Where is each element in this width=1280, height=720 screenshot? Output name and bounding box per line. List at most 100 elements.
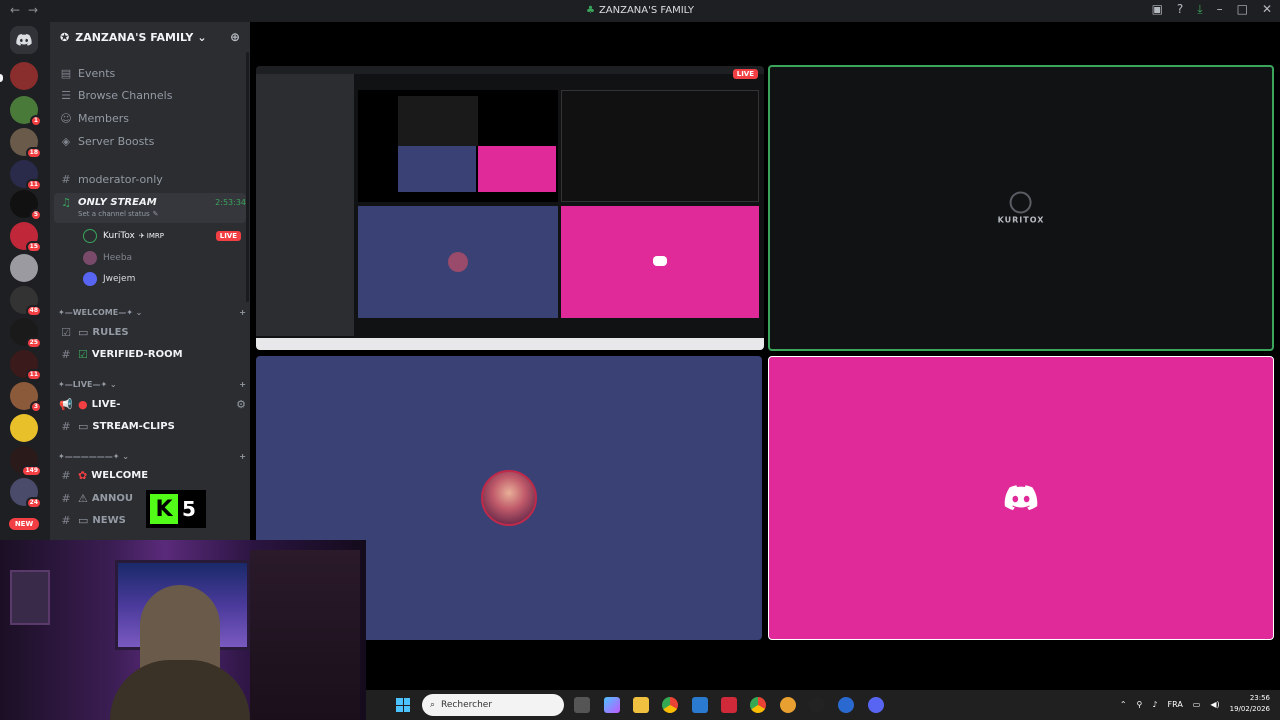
server-icon[interactable]: 11	[10, 350, 42, 381]
invite-people-icon[interactable]: ⊕	[230, 30, 240, 44]
kuritox-logo: KURITOX	[998, 191, 1045, 225]
server-icon[interactable]: 5	[10, 190, 42, 221]
mention-badge: 11	[25, 369, 42, 381]
add-channel-icon[interactable]: +	[239, 452, 246, 461]
server-icon[interactable]: 18	[10, 128, 42, 159]
boost-icon: ◈	[61, 135, 71, 148]
channel-status[interactable]: Set a channel status ✎	[78, 210, 266, 218]
mention-badge: 24	[25, 497, 42, 509]
volume-icon[interactable]: ◀)	[1210, 700, 1219, 709]
minimize-button[interactable]: –	[1217, 2, 1223, 17]
app-icon[interactable]	[780, 697, 796, 713]
hash-icon: #	[61, 469, 71, 482]
close-button[interactable]: ✕	[1262, 2, 1272, 17]
channel-moderator-only[interactable]: # moderator-only	[58, 173, 246, 186]
channel-rules[interactable]: ☑ ▭ RULES	[58, 326, 246, 339]
megaphone-icon: 📢	[59, 398, 73, 411]
discord-icon[interactable]	[868, 697, 884, 713]
voice-user-heeba[interactable]: Heeba	[83, 251, 132, 265]
server-icon[interactable]: 25	[10, 318, 42, 349]
add-channel-icon[interactable]: +	[239, 380, 246, 389]
windows-start-icon[interactable]	[396, 698, 410, 712]
hash-icon: #	[61, 420, 71, 433]
copilot-icon[interactable]	[604, 697, 620, 713]
live-badge: LIVE	[215, 231, 241, 241]
stream-timer: 2:53:34	[215, 198, 246, 207]
server-icon[interactable]: 15	[10, 222, 42, 253]
discord-logo-icon	[1004, 485, 1038, 511]
file-explorer-icon[interactable]	[633, 697, 649, 713]
store-icon[interactable]	[692, 697, 708, 713]
app-icon[interactable]	[721, 697, 737, 713]
screen-share-tile[interactable]: LIVE	[256, 66, 764, 350]
guild-name: ZANZANA'S FAMILY	[75, 30, 194, 44]
members-icon: ☺	[60, 112, 72, 125]
kick-overlay: K 5	[146, 490, 206, 528]
server-boosts-item[interactable]: ◈ Server Boosts	[58, 135, 246, 148]
members-item[interactable]: ☺ Members	[58, 112, 246, 125]
server-icon[interactable]: 48	[10, 286, 42, 317]
events-item[interactable]: ▤ Events	[58, 67, 246, 80]
mention-badge: 149	[21, 465, 42, 477]
unread-pill	[0, 74, 3, 82]
nested-pink-tile	[561, 206, 759, 318]
edge-icon[interactable]	[838, 697, 854, 713]
server-list: 1 18 11 5 15 48 25 11 3 149 24 NEW	[0, 22, 50, 540]
scrollbar[interactable]	[246, 52, 249, 302]
mention-badge: 11	[25, 179, 42, 191]
mention-badge: 15	[25, 241, 42, 253]
hash-icon: #	[61, 173, 71, 186]
download-icon[interactable]: ⤓	[1197, 2, 1202, 17]
server-icon[interactable]	[10, 62, 38, 90]
discord-home-icon[interactable]	[10, 26, 38, 54]
language-indicator[interactable]: FRA	[1167, 700, 1182, 709]
display-icon[interactable]: ▭	[1193, 700, 1201, 709]
server-icon[interactable]	[10, 254, 38, 282]
settings-icon[interactable]: ⚙	[236, 398, 246, 411]
task-view-icon[interactable]	[574, 697, 590, 713]
network-icon[interactable]: ⚲	[1137, 700, 1143, 709]
system-clock[interactable]: 23:56 19/02/2026	[1230, 693, 1270, 715]
voice-user-jwejem[interactable]: Jwejem	[83, 272, 135, 286]
microphone-icon	[1010, 191, 1032, 214]
channel-verified-room[interactable]: # ☑ VERIFIED-ROOM	[58, 348, 246, 361]
server-icon[interactable]: 24	[10, 478, 42, 509]
browse-channels-item[interactable]: ☰ Browse Channels	[58, 89, 246, 102]
hash-icon: #	[61, 514, 71, 527]
category-divider[interactable]: ✦——————✦ ⌄ +	[58, 452, 246, 461]
chevron-up-icon[interactable]: ⌃	[1120, 700, 1127, 709]
guild-header[interactable]: ✪ ZANZANA'S FAMILY ⌄ ⊕	[50, 22, 250, 52]
live-badge: LIVE	[732, 69, 758, 79]
maximize-button[interactable]: □	[1237, 2, 1248, 17]
chrome-icon[interactable]	[662, 697, 678, 713]
microphone-icon[interactable]: ♪	[1152, 700, 1157, 709]
chrome-icon[interactable]	[750, 697, 766, 713]
red-dot-icon: ●	[78, 398, 88, 411]
category-live[interactable]: ✦—LIVE—✦ ⌄ +	[58, 380, 246, 389]
chevron-down-icon: ⌄	[197, 30, 207, 44]
voice-user-kuritox[interactable]: KuriTox ✈ IMRP LIVE	[83, 229, 241, 243]
jwejem-tile[interactable]	[768, 356, 1274, 640]
help-icon[interactable]: ?	[1177, 2, 1183, 17]
server-icon[interactable]: 11	[10, 160, 42, 191]
new-badge[interactable]: NEW	[9, 518, 39, 530]
channel-welcome[interactable]: # ✿ WELCOME	[58, 469, 246, 482]
channel-live[interactable]: 📢 ● LIVE- ⚙	[58, 398, 246, 411]
app-icon[interactable]	[809, 697, 825, 713]
taskbar-search-input[interactable]: ⌕ Rechercher	[422, 694, 564, 716]
person-body	[110, 660, 250, 720]
check-icon: ☑	[78, 348, 88, 361]
avatar	[83, 272, 97, 286]
server-icon[interactable]	[10, 414, 38, 442]
call-grid: LIVE KURITOX	[250, 22, 1280, 690]
category-welcome[interactable]: ✦—WELCOME—✦ ⌄ +	[58, 308, 246, 317]
mention-badge: 18	[25, 147, 42, 159]
server-icon[interactable]: 3	[10, 382, 42, 413]
channel-stream-clips[interactable]: # ▭ STREAM-CLIPS	[58, 420, 246, 433]
server-icon[interactable]: 149	[10, 446, 42, 477]
rules-icon: ☑	[61, 326, 71, 339]
server-icon[interactable]: 1	[10, 96, 42, 127]
inbox-icon[interactable]: ▣	[1152, 2, 1163, 17]
add-channel-icon[interactable]: +	[239, 308, 246, 317]
kuritox-tile[interactable]: KURITOX	[768, 65, 1274, 351]
